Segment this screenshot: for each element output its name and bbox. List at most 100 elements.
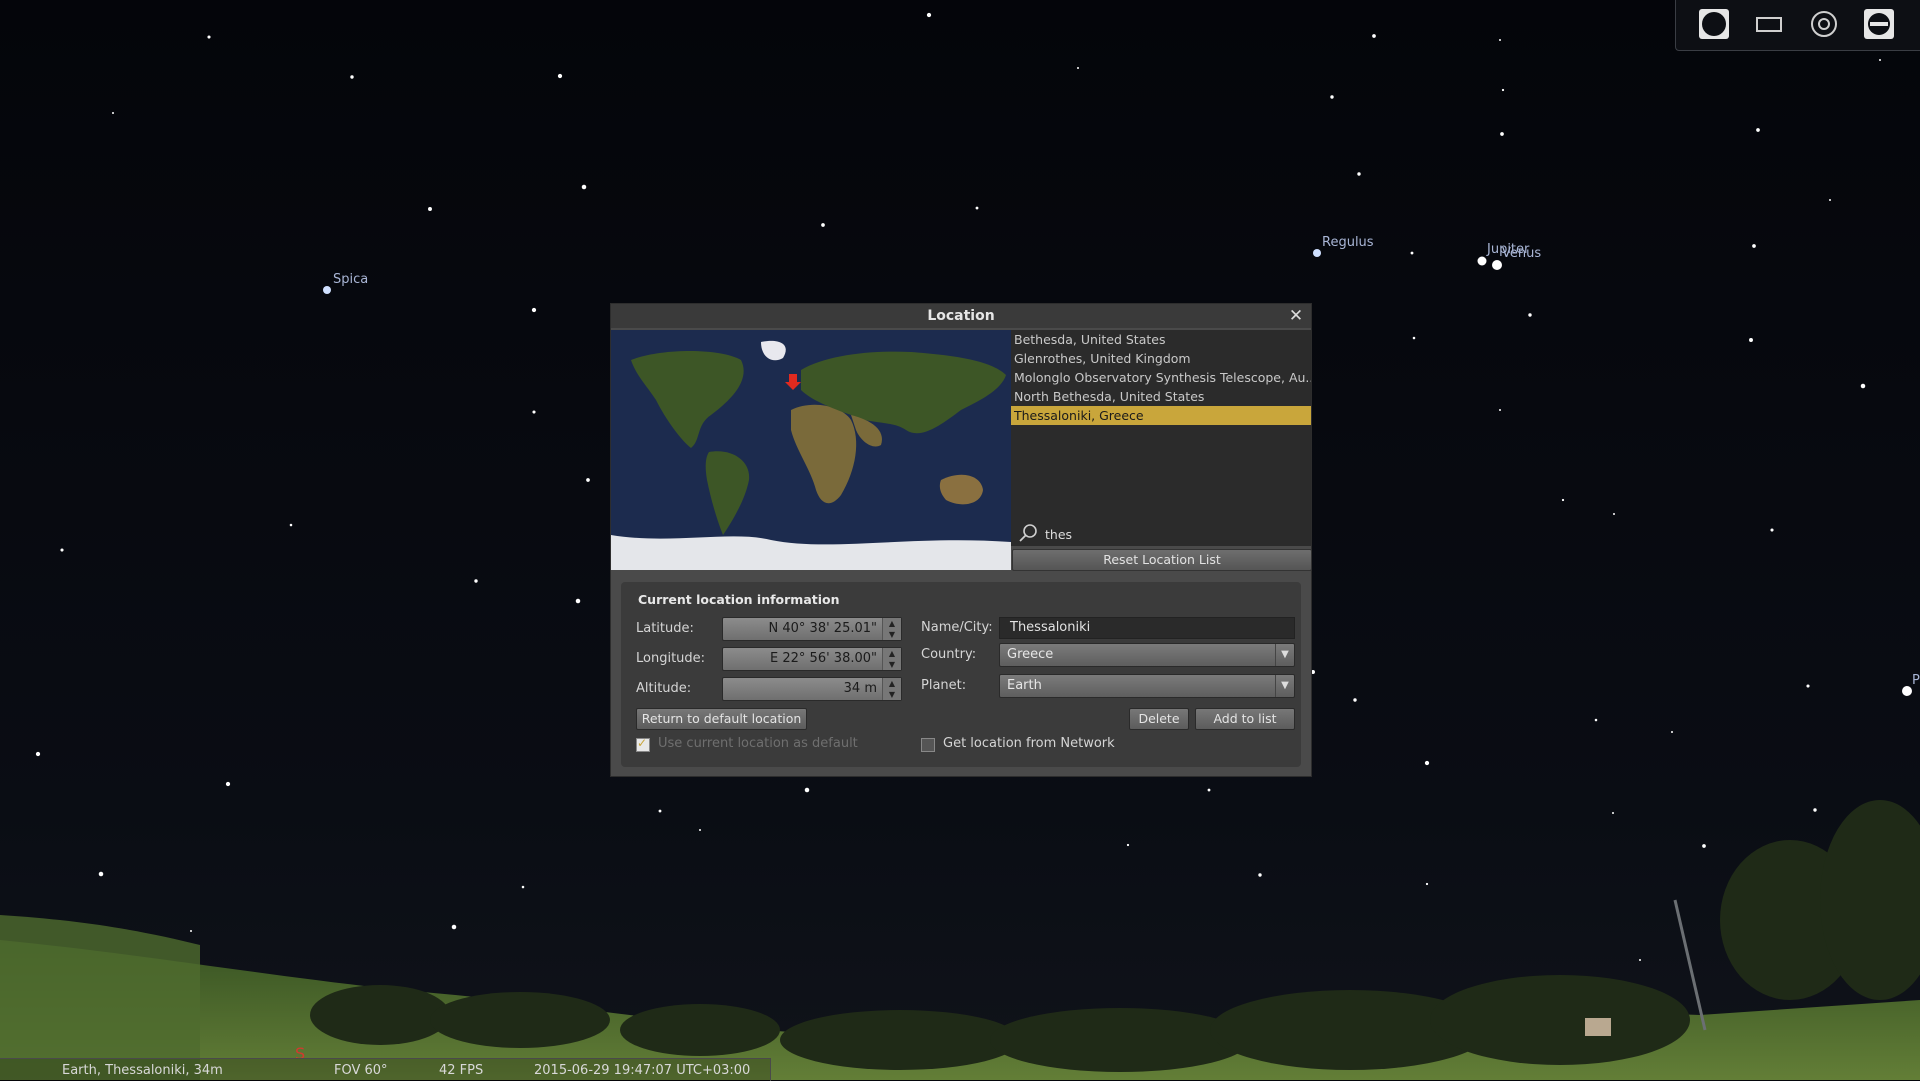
list-item[interactable]: Thessaloniki, Greece [1011,406,1311,425]
current-location-panel: Current location information Latitude: N… [621,582,1301,767]
close-icon[interactable]: ✕ [1287,307,1305,325]
venus-planet [1492,260,1502,270]
longitude-spinbox[interactable]: E 22° 56' 38.00" ▲ ▼ [722,647,902,671]
status-fov: FOV 60° [334,1063,388,1078]
star [428,207,432,211]
star-label-spica[interactable]: Spica [333,272,368,287]
star [1410,251,1414,255]
list-item[interactable]: Glenrothes, United Kingdom [1011,349,1311,368]
star [1594,718,1598,722]
star [1813,808,1817,812]
list-item[interactable]: Molonglo Observatory Synthesis Telescope… [1011,368,1311,387]
altitude-value: 34 m [843,681,877,696]
location-dialog: Location ✕ Bethesda, United States Glenro… [610,303,1312,777]
star [98,871,104,877]
star [112,112,114,114]
latitude-label: Latitude: [636,621,694,636]
status-datetime: 2015-06-29 19:47:07 UTC+03:00 [534,1063,751,1078]
star [225,781,231,787]
chevron-down-icon[interactable]: ▼ [1275,644,1294,666]
star-label-edge[interactable]: P [1912,673,1920,688]
star [1561,498,1565,502]
star [1258,873,1262,877]
star [1357,172,1361,176]
star [531,307,537,313]
world-map[interactable] [611,330,1011,570]
star [1702,844,1706,848]
star [975,206,979,210]
star-label-regulus[interactable]: Regulus [1322,235,1374,250]
star [575,598,581,604]
star [35,751,41,757]
location-list[interactable]: Bethesda, United States Glenrothes, Unite… [1011,330,1311,546]
star [699,829,701,831]
star [1126,843,1130,847]
latitude-spinbox[interactable]: N 40° 38' 25.01" ▲ ▼ [722,617,902,641]
star [1829,199,1831,201]
use-default-label: Use current location as default [658,736,858,751]
country-label: Country: [921,647,977,662]
search-input[interactable] [1043,524,1297,544]
star [1528,313,1532,317]
network-location-label: Get location from Network [943,736,1115,751]
delete-button[interactable]: Delete [1129,708,1189,730]
spica-star [323,286,331,294]
list-item[interactable]: North Bethesda, United States [1011,387,1311,406]
star [586,478,590,482]
planet-value: Earth [1007,678,1042,693]
status-location: Earth, Thessaloniki, 34m [62,1063,223,1078]
fullscreen-icon[interactable] [1751,6,1787,42]
country-select[interactable]: Greece ▼ [999,643,1295,667]
target-icon[interactable] [1806,6,1842,42]
regulus-star [1313,249,1321,257]
star [190,930,192,932]
reset-location-list-button[interactable]: Reset Location List [1012,549,1312,571]
return-to-default-button[interactable]: Return to default location [636,708,807,730]
name-city-field[interactable]: Thessaloniki [999,617,1295,639]
panel-title: Current location information [638,592,840,607]
longitude-label: Longitude: [636,651,706,666]
search-row [1011,520,1311,546]
star [532,410,536,414]
star [1756,128,1760,132]
spin-up-icon[interactable]: ▲ [883,618,901,629]
star [1500,132,1504,136]
star [289,523,293,527]
spin-down-icon[interactable]: ▼ [883,689,901,700]
spin-down-icon[interactable]: ▼ [883,629,901,640]
spin-up-icon[interactable]: ▲ [883,648,901,659]
night-mode-icon[interactable] [1696,6,1732,42]
star [1353,698,1357,702]
star [60,548,64,552]
star [451,924,457,930]
star [1613,513,1615,515]
star [1424,760,1430,766]
star [581,184,587,190]
use-default-checkbox[interactable] [636,736,650,752]
planet-select[interactable]: Earth ▼ [999,674,1295,698]
star [1612,812,1614,814]
dialog-title: Location [611,304,1311,328]
star [1499,409,1501,411]
spin-down-icon[interactable]: ▼ [883,659,901,670]
network-location-checkbox[interactable] [921,738,935,752]
star [1425,882,1429,886]
altitude-spinbox[interactable]: 34 m ▲ ▼ [722,677,902,701]
spin-up-icon[interactable]: ▲ [883,678,901,689]
star [474,579,478,583]
star [1207,788,1211,792]
star [1770,528,1774,532]
list-item[interactable]: Bethesda, United States [1011,330,1311,349]
latitude-value: N 40° 38' 25.01" [768,621,877,636]
add-to-list-button[interactable]: Add to list [1195,708,1295,730]
status-bar: Earth, Thessaloniki, 34m FOV 60° 42 FPS … [0,1058,771,1081]
status-fps: 42 FPS [439,1063,484,1078]
quit-icon[interactable] [1861,6,1897,42]
star [821,223,825,227]
chevron-down-icon[interactable]: ▼ [1275,675,1294,697]
star [557,73,563,79]
jupiter-planet [1477,256,1487,266]
star [658,809,662,813]
planet-label-venus[interactable]: Venus [1502,246,1541,261]
star [1501,88,1505,92]
